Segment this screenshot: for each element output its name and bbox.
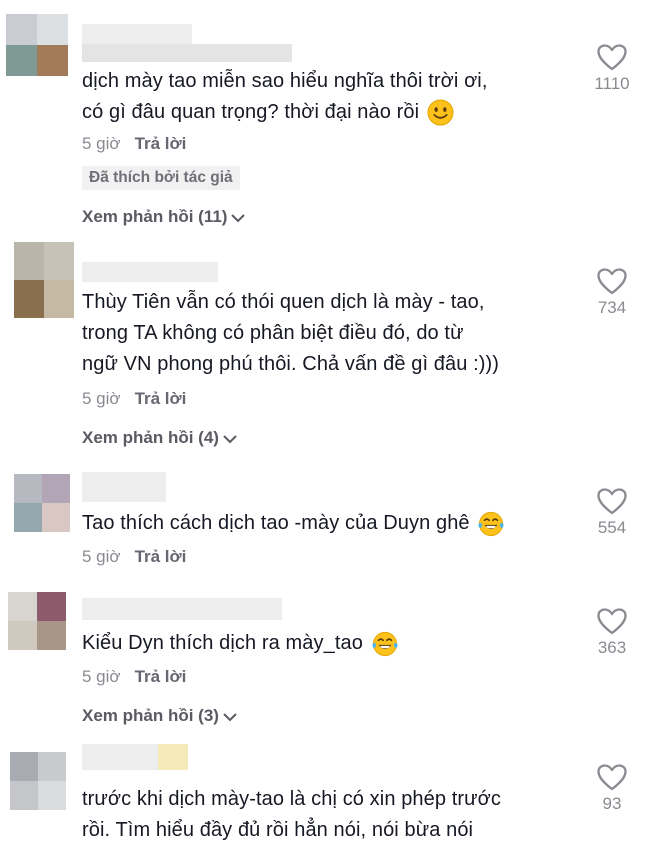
- reply-button[interactable]: Trả lời: [135, 667, 187, 686]
- face-with-tears-of-joy-icon: [478, 511, 504, 536]
- view-replies-button[interactable]: Xem phản hồi (3): [82, 706, 238, 726]
- comment-text-line: ngữ VN phong phú thôi. Chả vấn đề gì đâu…: [82, 353, 500, 375]
- username-blurred[interactable]: [82, 744, 158, 770]
- comment-text-line: trước khi dịch mày-tao là chị có xin phé…: [82, 788, 501, 810]
- avatar[interactable]: [14, 474, 70, 532]
- view-replies-label: Xem phản hồi (4): [82, 428, 219, 447]
- comment-text-line: dịch mày tao miễn sao hiểu nghĩa thôi tr…: [82, 70, 488, 92]
- like-button[interactable]: 554: [582, 488, 642, 538]
- like-count: 554: [597, 518, 627, 537]
- avatar[interactable]: [8, 592, 66, 650]
- reply-button[interactable]: Trả lời: [135, 134, 187, 153]
- reply-button[interactable]: Trả lời: [135, 389, 187, 408]
- comment-meta: 5 giờ Trả lời: [82, 134, 186, 154]
- comment-item: Thùy Tiên vẫn có thói quen dịch là mày -…: [0, 240, 650, 470]
- comment-text-line: Tao thích cách dịch tao -mày của Duyn gh…: [82, 508, 552, 539]
- comment-meta: 5 giờ Trả lời: [82, 547, 186, 567]
- comment-text-line-part: Tao thích cách dịch tao -mày của Duyn gh…: [82, 512, 470, 534]
- chevron-down-icon: [223, 712, 237, 721]
- username-blurred: [82, 44, 292, 62]
- view-replies-label: Xem phản hồi (11): [82, 207, 228, 226]
- like-button[interactable]: 1110: [582, 44, 642, 94]
- comment-text: Kiểu Dyn thích dịch ra mày_tao: [82, 628, 552, 659]
- like-count: 1110: [594, 74, 630, 93]
- comment-time: 5 giờ: [82, 547, 121, 566]
- heart-icon: [597, 608, 627, 635]
- like-button[interactable]: 363: [582, 608, 642, 658]
- comment-text-line: Kiểu Dyn thích dịch ra mày_tao: [82, 628, 552, 659]
- username-blurred[interactable]: [82, 24, 192, 44]
- slightly-smiling-face-icon: [427, 99, 454, 126]
- comment-text: dịch mày tao miễn sao hiểu nghĩa thôi tr…: [82, 66, 552, 128]
- username-blurred[interactable]: [82, 598, 282, 620]
- comment-meta: 5 giờ Trả lời: [82, 389, 186, 409]
- heart-icon: [597, 488, 627, 515]
- comment-item: Tao thích cách dịch tao -mày của Duyn gh…: [0, 470, 650, 590]
- comment-text: trước khi dịch mày-tao là chị có xin phé…: [82, 784, 552, 846]
- liked-by-creator-badge: Đã thích bởi tác giả: [82, 166, 240, 190]
- comment-time: 5 giờ: [82, 667, 121, 686]
- comment-text-line: rồi. Tìm hiểu đầy đủ rồi hẳn nói, nói bừ…: [82, 819, 474, 841]
- avatar[interactable]: [6, 14, 68, 76]
- comment-item: Kiểu Dyn thích dịch ra mày_tao 5 giờ Trả …: [0, 590, 650, 740]
- view-replies-button[interactable]: Xem phản hồi (4): [82, 428, 238, 448]
- avatar[interactable]: [14, 242, 74, 318]
- view-replies-label: Xem phản hồi (3): [82, 706, 219, 725]
- like-button[interactable]: 734: [582, 268, 642, 318]
- reply-button[interactable]: Trả lời: [135, 547, 187, 566]
- heart-icon: [597, 44, 627, 71]
- username-blurred[interactable]: [82, 472, 166, 502]
- comment-text-line-part: Kiểu Dyn thích dịch ra mày_tao: [82, 632, 363, 654]
- view-replies-button[interactable]: Xem phản hồi (11): [82, 207, 246, 227]
- username-blurred: [158, 744, 188, 770]
- comment-time: 5 giờ: [82, 389, 121, 408]
- username-blurred[interactable]: [82, 262, 218, 282]
- comment-time: 5 giờ: [82, 134, 121, 153]
- comment-text: Thùy Tiên vẫn có thói quen dịch là mày -…: [82, 287, 552, 380]
- heart-icon: [597, 268, 627, 295]
- like-count: 734: [597, 298, 627, 317]
- avatar[interactable]: [10, 752, 66, 810]
- comment-meta: 5 giờ Trả lời: [82, 667, 186, 687]
- comment-text-line: Thùy Tiên vẫn có thói quen dịch là mày -…: [82, 291, 485, 313]
- like-count: 363: [597, 638, 627, 657]
- comment-text-line: có gì đâu quan trọng? thời đại nào rồi: [82, 97, 552, 128]
- chevron-down-icon: [231, 213, 246, 222]
- comment-text-line: trong TA không có phân biệt điều đó, do …: [82, 322, 464, 344]
- like-button[interactable]: 93: [582, 764, 642, 814]
- like-count: 93: [602, 794, 622, 813]
- chevron-down-icon: [223, 434, 237, 443]
- comment-item: dịch mày tao miễn sao hiểu nghĩa thôi tr…: [0, 0, 650, 240]
- face-with-tears-of-joy-icon: [372, 631, 398, 656]
- heart-icon: [597, 764, 627, 791]
- comment-text-line-part: có gì đâu quan trọng? thời đại nào rồi: [82, 101, 420, 123]
- comment-text: Tao thích cách dịch tao -mày của Duyn gh…: [82, 508, 552, 539]
- comment-item: trước khi dịch mày-tao là chị có xin phé…: [0, 740, 650, 849]
